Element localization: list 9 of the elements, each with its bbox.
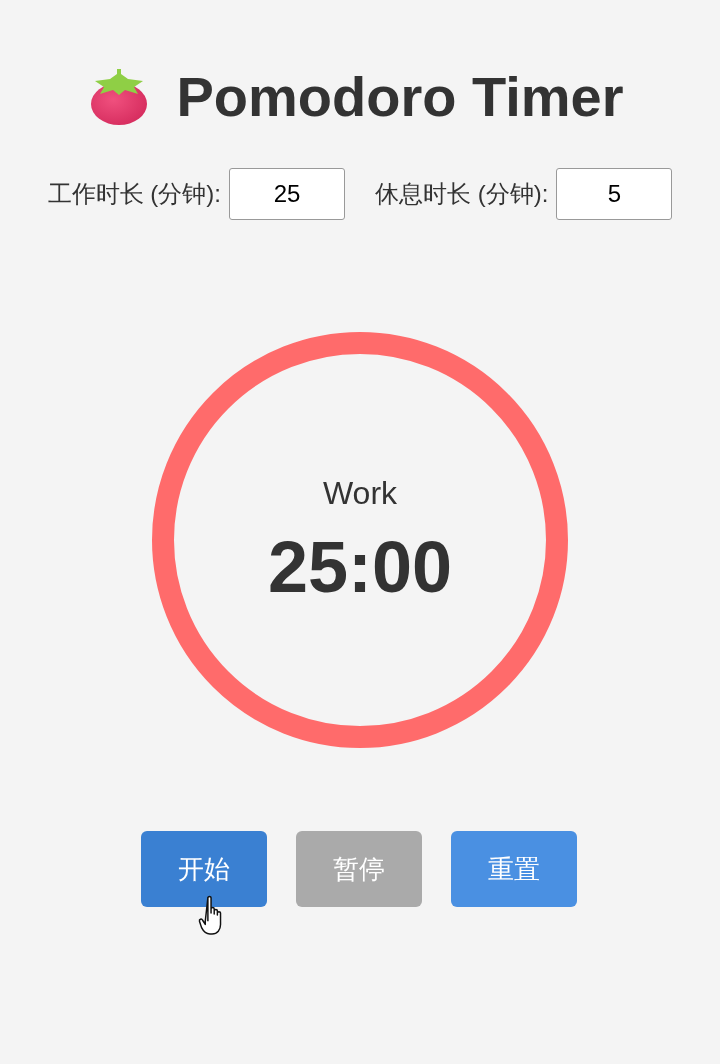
app-title: Pomodoro Timer: [176, 64, 624, 130]
duration-label: 休息时长 (分钟):: [375, 179, 549, 209]
tomato-icon: [90, 69, 149, 125]
duration-input[interactable]: 5: [556, 168, 673, 220]
duration-label: 工作时长 (分钟):: [47, 179, 221, 209]
mode-label: Work: [322, 474, 398, 513]
action-button[interactable]: 重置: [451, 831, 577, 907]
duration-input[interactable]: 25: [229, 168, 345, 220]
timer-display: 25:00: [267, 527, 453, 607]
